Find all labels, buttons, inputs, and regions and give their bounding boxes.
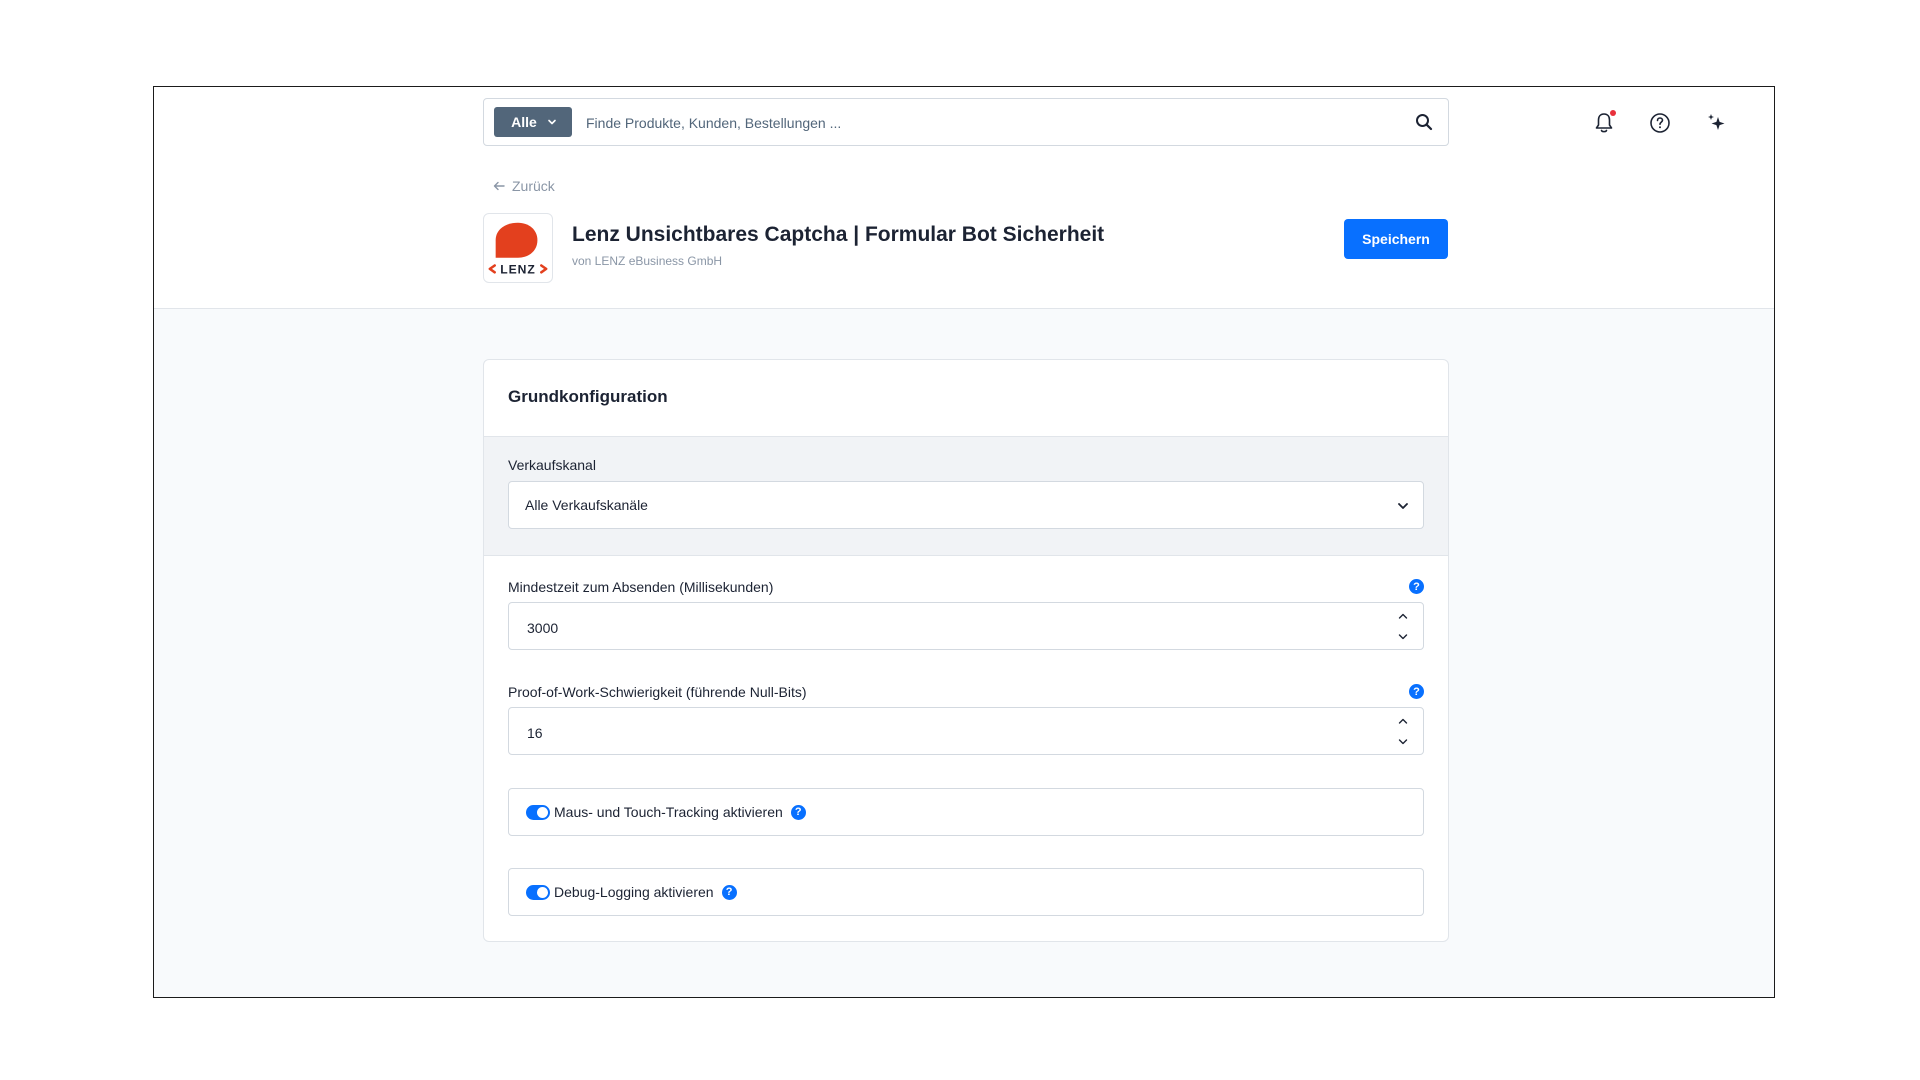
app-window: Alle Finde Produkte, Kunden, Bestellunge… [153, 86, 1775, 998]
notification-badge [1610, 110, 1616, 116]
search-scope-label: Alle [511, 114, 537, 130]
pow-label: Proof-of-Work-Schwierigkeit (führende Nu… [508, 684, 807, 700]
debug-toggle-row: Debug-Logging aktivieren ? [508, 868, 1424, 916]
help-icon[interactable]: ? [790, 804, 806, 820]
debug-label-wrap: Debug-Logging aktivieren ? [554, 884, 737, 900]
min-time-input[interactable] [525, 613, 1349, 643]
main-content: Grundkonfiguration Verkaufskanal Alle Ve… [154, 309, 1774, 997]
min-time-field [508, 602, 1424, 650]
card-title: Grundkonfiguration [508, 387, 668, 406]
debug-toggle[interactable] [526, 885, 550, 900]
debug-label: Debug-Logging aktivieren [554, 884, 714, 900]
sales-channel-value: Alle Verkaufskanäle [525, 497, 648, 513]
help-icon[interactable]: ? [1409, 684, 1424, 699]
sparkles-icon [1708, 114, 1725, 130]
arrow-left-icon [493, 181, 505, 191]
help-button[interactable] [1647, 110, 1673, 136]
chevron-up-icon[interactable] [1397, 715, 1409, 727]
chevron-up-icon[interactable] [1397, 610, 1409, 622]
sales-channel-select[interactable]: Alle Verkaufskanäle [508, 481, 1424, 529]
tracking-toggle[interactable] [526, 805, 550, 820]
tracking-toggle-row: Maus- und Touch-Tracking aktivieren ? [508, 788, 1424, 836]
notifications-button[interactable] [1591, 110, 1617, 136]
app-vendor: von LENZ eBusiness GmbH [572, 254, 723, 268]
help-circle-icon [1650, 113, 1670, 133]
back-label: Zurück [512, 178, 555, 194]
chevron-down-icon [1398, 503, 1408, 509]
tracking-label-wrap: Maus- und Touch-Tracking aktivieren ? [554, 804, 806, 820]
help-icon[interactable]: ? [721, 884, 737, 900]
save-button[interactable]: Speichern [1344, 219, 1448, 259]
min-time-label: Mindestzeit zum Absenden (Millisekunden) [508, 579, 774, 595]
global-search: Alle [483, 98, 1449, 146]
lenz-logo-icon: LENZ [488, 222, 548, 276]
back-link[interactable]: Zurück [492, 178, 555, 194]
svg-text:LENZ: LENZ [500, 262, 536, 276]
sales-channel-label: Verkaufskanal [508, 457, 596, 473]
chevron-down-icon[interactable] [1397, 736, 1409, 748]
config-card: Grundkonfiguration Verkaufskanal Alle Ve… [483, 359, 1449, 942]
search-icon[interactable] [1414, 112, 1434, 132]
chevron-down-icon [548, 119, 556, 125]
search-input[interactable] [584, 108, 1388, 138]
pow-input[interactable] [525, 718, 1349, 748]
sales-channel-section: Verkaufskanal Alle Verkaufskanäle [484, 436, 1448, 556]
page-header: Zurück LENZ Lenz Unsichtbares Captcha | … [154, 160, 1774, 309]
app-logo: LENZ [483, 213, 553, 283]
ai-assistant-button[interactable] [1703, 110, 1729, 136]
help-icon[interactable]: ? [1409, 579, 1424, 594]
pow-field [508, 707, 1424, 755]
search-scope-dropdown[interactable]: Alle [494, 107, 572, 137]
chevron-down-icon[interactable] [1397, 631, 1409, 643]
page-title: Lenz Unsichtbares Captcha | Formular Bot… [572, 223, 1105, 246]
tracking-label: Maus- und Touch-Tracking aktivieren [554, 804, 783, 820]
top-bar: Alle [154, 87, 1774, 161]
